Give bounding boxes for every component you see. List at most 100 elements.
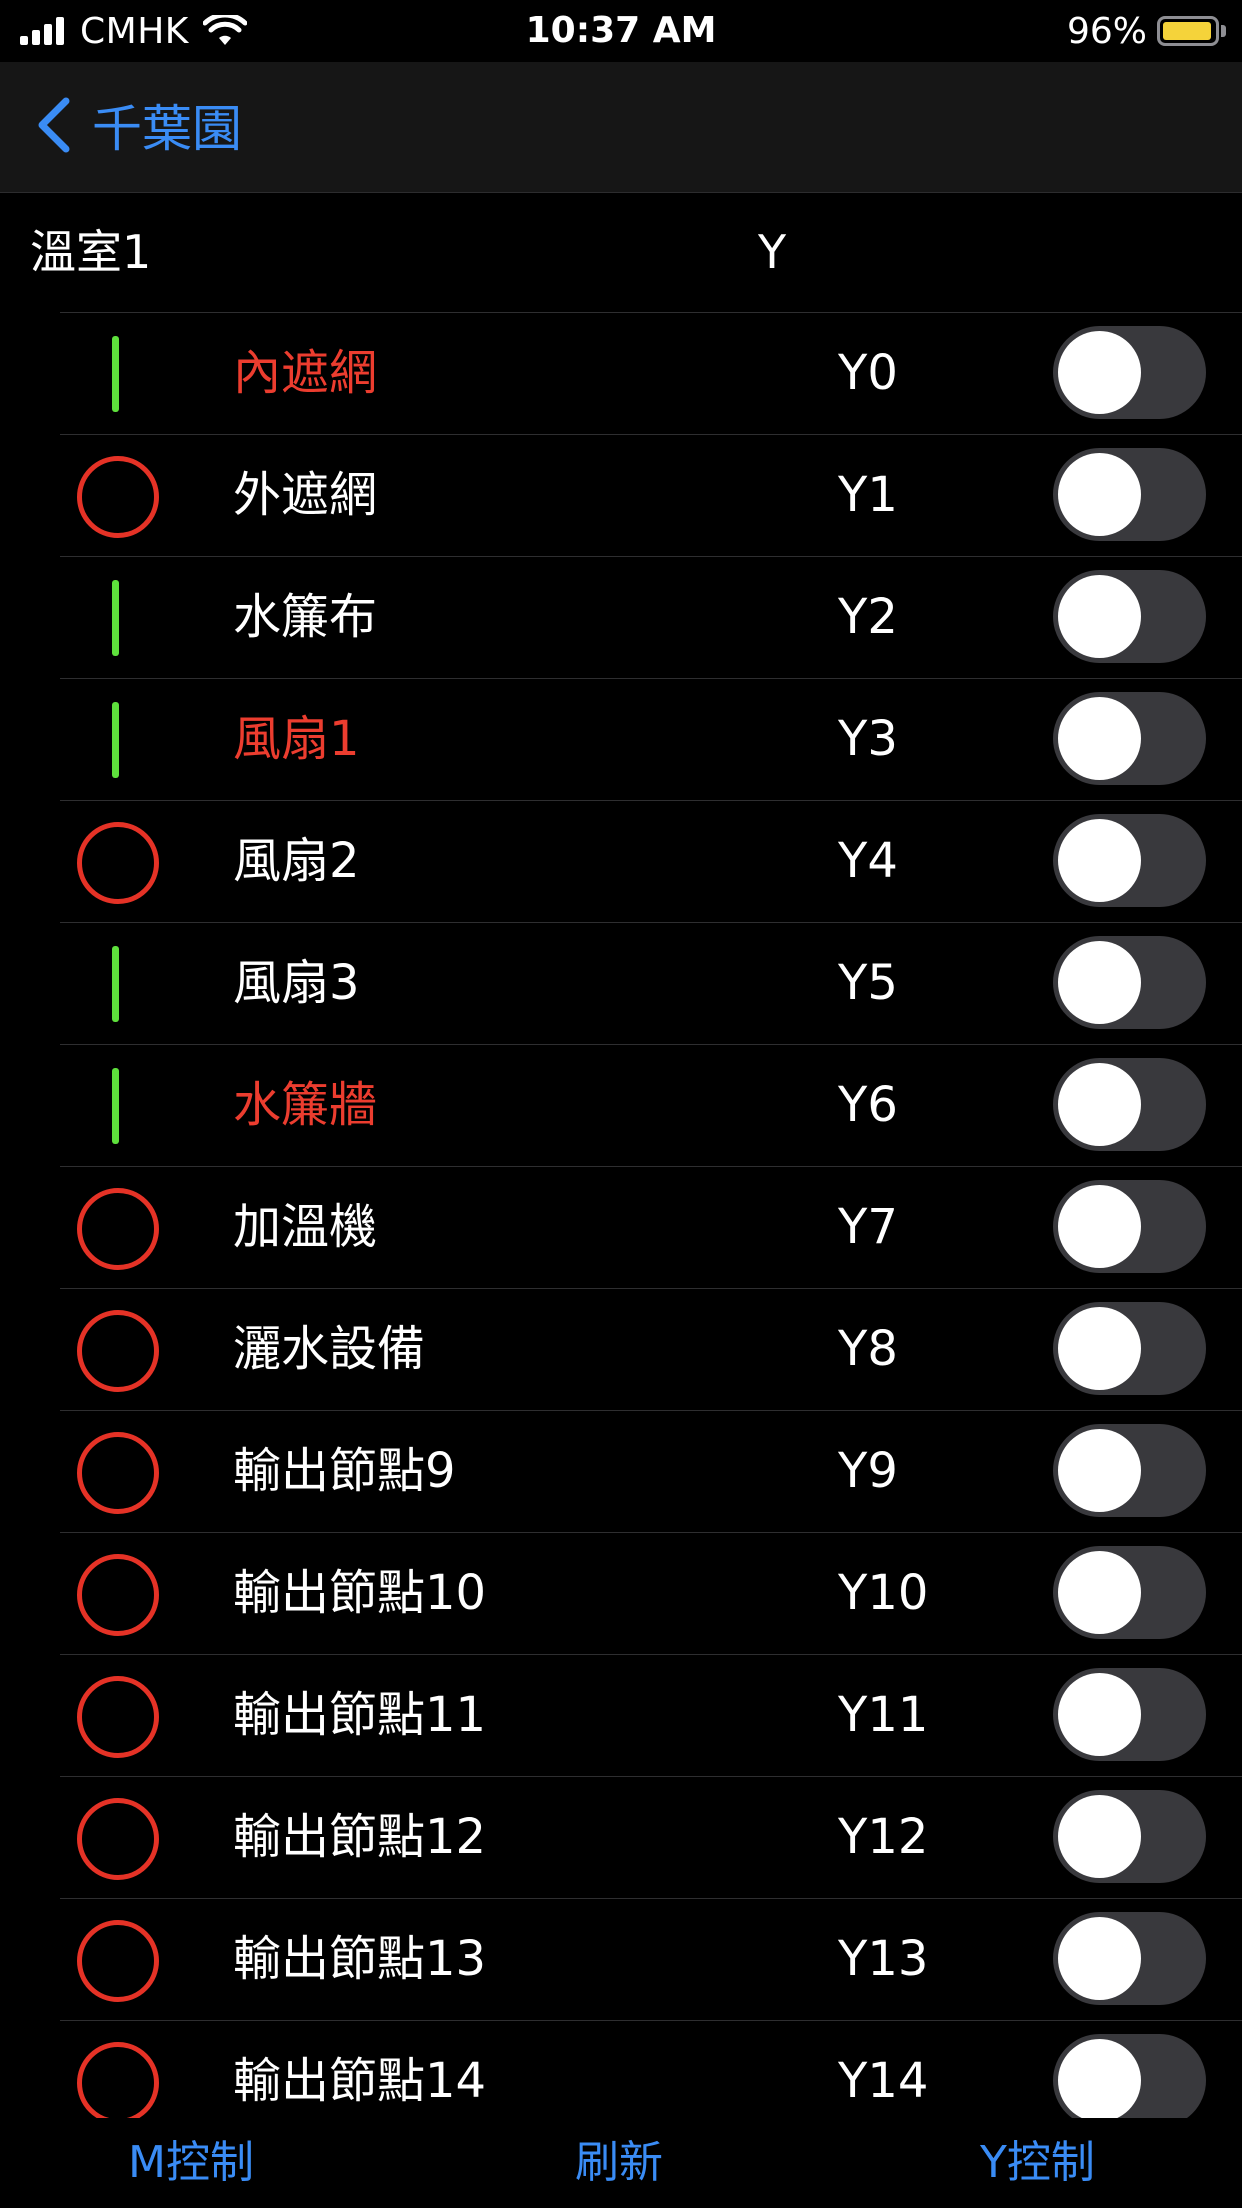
list-item: 水簾牆 Y6 [0, 1044, 1242, 1166]
toggle-knob [1058, 331, 1141, 414]
output-toggle-switch[interactable] [1053, 570, 1206, 663]
output-address: Y8 [838, 1321, 898, 1377]
list-item: 加溫機 Y7 [0, 1166, 1242, 1288]
output-name: 內遮網 [233, 345, 378, 401]
on-status-bar-icon [112, 580, 119, 656]
section-title: 溫室1 [30, 225, 152, 279]
off-status-circle-icon [77, 1676, 159, 1758]
clock: 10:37 AM [525, 10, 717, 51]
output-name: 輸出節點11 [233, 1687, 487, 1743]
off-status-circle-icon [77, 2042, 159, 2118]
output-address: Y4 [838, 833, 898, 889]
battery-percent: 96% [1066, 10, 1147, 52]
on-status-bar-icon [112, 946, 119, 1022]
status-bar: CMHK 10:37 AM 96% [0, 0, 1242, 62]
toggle-knob [1058, 819, 1141, 902]
output-name: 風扇1 [233, 711, 360, 767]
toggle-knob [1058, 1429, 1141, 1512]
output-address: Y9 [838, 1443, 898, 1499]
output-toggle-switch[interactable] [1053, 1668, 1206, 1761]
output-name: 外遮網 [233, 467, 378, 523]
toggle-knob [1058, 1063, 1141, 1146]
output-toggle-switch[interactable] [1053, 1546, 1206, 1639]
output-address: Y7 [838, 1199, 898, 1255]
output-name: 風扇2 [233, 833, 360, 889]
back-button-label: 千葉園 [92, 100, 242, 158]
output-toggle-switch[interactable] [1053, 2034, 1206, 2118]
output-name: 加溫機 [233, 1199, 378, 1255]
output-toggle-switch[interactable] [1053, 1424, 1206, 1517]
toggle-knob [1058, 1795, 1141, 1878]
output-name: 灑水設備 [233, 1321, 426, 1377]
bottom-toolbar: M控制 刷新 Y控制 [0, 2118, 1242, 2208]
toggle-knob [1058, 575, 1141, 658]
chevron-left-icon [38, 97, 70, 153]
output-address: Y0 [838, 345, 898, 401]
output-address: Y5 [838, 955, 898, 1011]
output-address: Y14 [838, 2053, 929, 2109]
output-address: Y12 [838, 1809, 929, 1865]
output-toggle-switch[interactable] [1053, 1302, 1206, 1395]
output-address: Y13 [838, 1931, 929, 1987]
toggle-knob [1058, 1551, 1141, 1634]
output-address: Y1 [838, 467, 898, 523]
toggle-knob [1058, 1917, 1141, 2000]
list-item: 輸出節點14 Y14 [0, 2020, 1242, 2118]
list-item: 外遮網 Y1 [0, 434, 1242, 556]
y-control-button[interactable]: Y控制 [980, 2118, 1095, 2208]
output-toggle-switch[interactable] [1053, 1180, 1206, 1273]
output-list[interactable]: 內遮網 Y0 外遮網 Y1 水簾布 Y2 風扇1 Y3 風扇2 Y4 風扇3 Y5 水簾牆 Y6 加溫機 Y7… [0, 312, 1242, 2118]
refresh-button[interactable]: 刷新 [575, 2118, 663, 2208]
toggle-knob [1058, 1307, 1141, 1390]
output-address: Y3 [838, 711, 898, 767]
list-item: 風扇3 Y5 [0, 922, 1242, 1044]
output-name: 輸出節點9 [233, 1443, 456, 1499]
toggle-knob [1058, 1185, 1141, 1268]
battery-icon [1157, 16, 1219, 46]
navigation-bar: 千葉園 [0, 62, 1242, 193]
on-status-bar-icon [112, 336, 119, 412]
output-name: 水簾布 [233, 589, 378, 645]
output-toggle-switch[interactable] [1053, 1058, 1206, 1151]
output-toggle-switch[interactable] [1053, 936, 1206, 1029]
list-item: 內遮網 Y0 [0, 312, 1242, 434]
output-name: 輸出節點12 [233, 1809, 487, 1865]
toggle-knob [1058, 941, 1141, 1024]
on-status-bar-icon [112, 702, 119, 778]
list-item: 輸出節點9 Y9 [0, 1410, 1242, 1532]
output-name: 輸出節點14 [233, 2053, 487, 2109]
toggle-knob [1058, 697, 1141, 780]
list-item: 輸出節點10 Y10 [0, 1532, 1242, 1654]
list-item: 水簾布 Y2 [0, 556, 1242, 678]
output-name: 風扇3 [233, 955, 360, 1011]
off-status-circle-icon [77, 1432, 159, 1514]
list-item: 灑水設備 Y8 [0, 1288, 1242, 1410]
output-address: Y2 [838, 589, 898, 645]
list-item: 輸出節點13 Y13 [0, 1898, 1242, 2020]
toggle-knob [1058, 453, 1141, 536]
output-toggle-switch[interactable] [1053, 692, 1206, 785]
back-button[interactable]: 千葉園 [34, 90, 242, 160]
output-address: Y6 [838, 1077, 898, 1133]
output-name: 輸出節點13 [233, 1931, 487, 1987]
list-item: 風扇1 Y3 [0, 678, 1242, 800]
toggle-knob [1058, 2039, 1141, 2118]
section-header: 溫室1 Y [0, 192, 1242, 312]
list-item: 輸出節點12 Y12 [0, 1776, 1242, 1898]
off-status-circle-icon [77, 1554, 159, 1636]
output-toggle-switch[interactable] [1053, 1790, 1206, 1883]
output-name: 輸出節點10 [233, 1565, 487, 1621]
output-toggle-switch[interactable] [1053, 326, 1206, 419]
off-status-circle-icon [77, 1310, 159, 1392]
output-address: Y11 [838, 1687, 929, 1743]
on-status-bar-icon [112, 1068, 119, 1144]
off-status-circle-icon [77, 1188, 159, 1270]
output-toggle-switch[interactable] [1053, 1912, 1206, 2005]
off-status-circle-icon [77, 822, 159, 904]
output-toggle-switch[interactable] [1053, 814, 1206, 907]
off-status-circle-icon [77, 456, 159, 538]
m-control-button[interactable]: M控制 [128, 2118, 254, 2208]
off-status-circle-icon [77, 1798, 159, 1880]
output-toggle-switch[interactable] [1053, 448, 1206, 541]
toggle-knob [1058, 1673, 1141, 1756]
